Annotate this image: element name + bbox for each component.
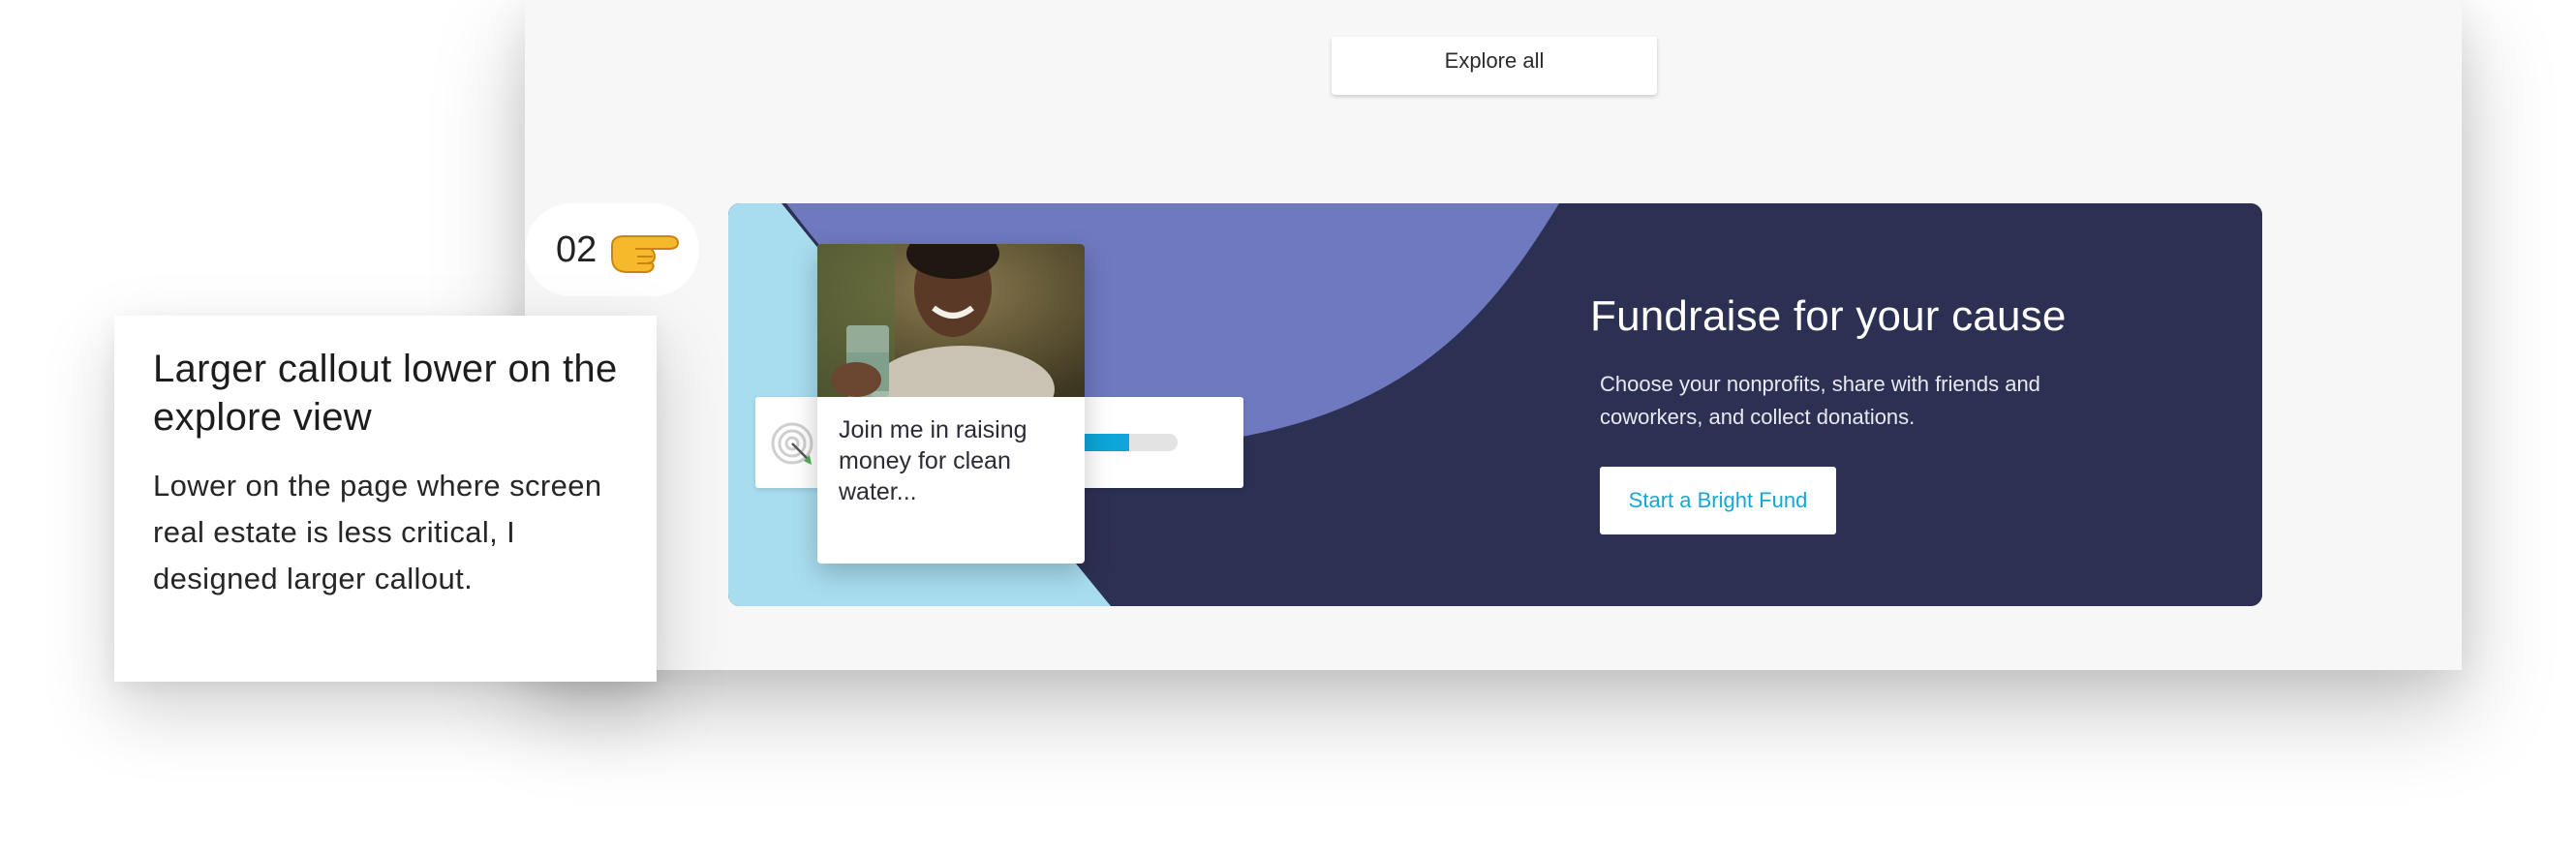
- campaign-photo: [817, 244, 1085, 397]
- stage: Explore all Join me in raising money for…: [0, 0, 2576, 854]
- campaign-caption: Join me in raising money for clean water…: [839, 416, 1027, 505]
- callout-annotation: Larger callout lower on the explore view…: [114, 316, 657, 682]
- step-badge: 02: [525, 203, 699, 296]
- banner-title: Fundraise for your cause: [1590, 292, 2067, 340]
- fundraise-banner: Join me in raising money for clean water…: [728, 203, 2262, 606]
- target-icon: [771, 422, 813, 465]
- pointing-hand-icon: [611, 235, 680, 273]
- banner-description: Choose your nonprofits, share with frien…: [1600, 372, 2040, 429]
- callout-title: Larger callout lower on the explore view: [153, 348, 618, 439]
- screenshot-panel: Explore all Join me in raising money for…: [525, 0, 2462, 670]
- start-bright-fund-button[interactable]: Start a Bright Fund: [1600, 467, 1836, 534]
- campaign-card[interactable]: Join me in raising money for clean water…: [817, 244, 1085, 564]
- step-number: 02: [556, 229, 598, 270]
- explore-all-button[interactable]: Explore all: [1332, 37, 1657, 95]
- callout-body: Lower on the page where screen real esta…: [153, 469, 602, 595]
